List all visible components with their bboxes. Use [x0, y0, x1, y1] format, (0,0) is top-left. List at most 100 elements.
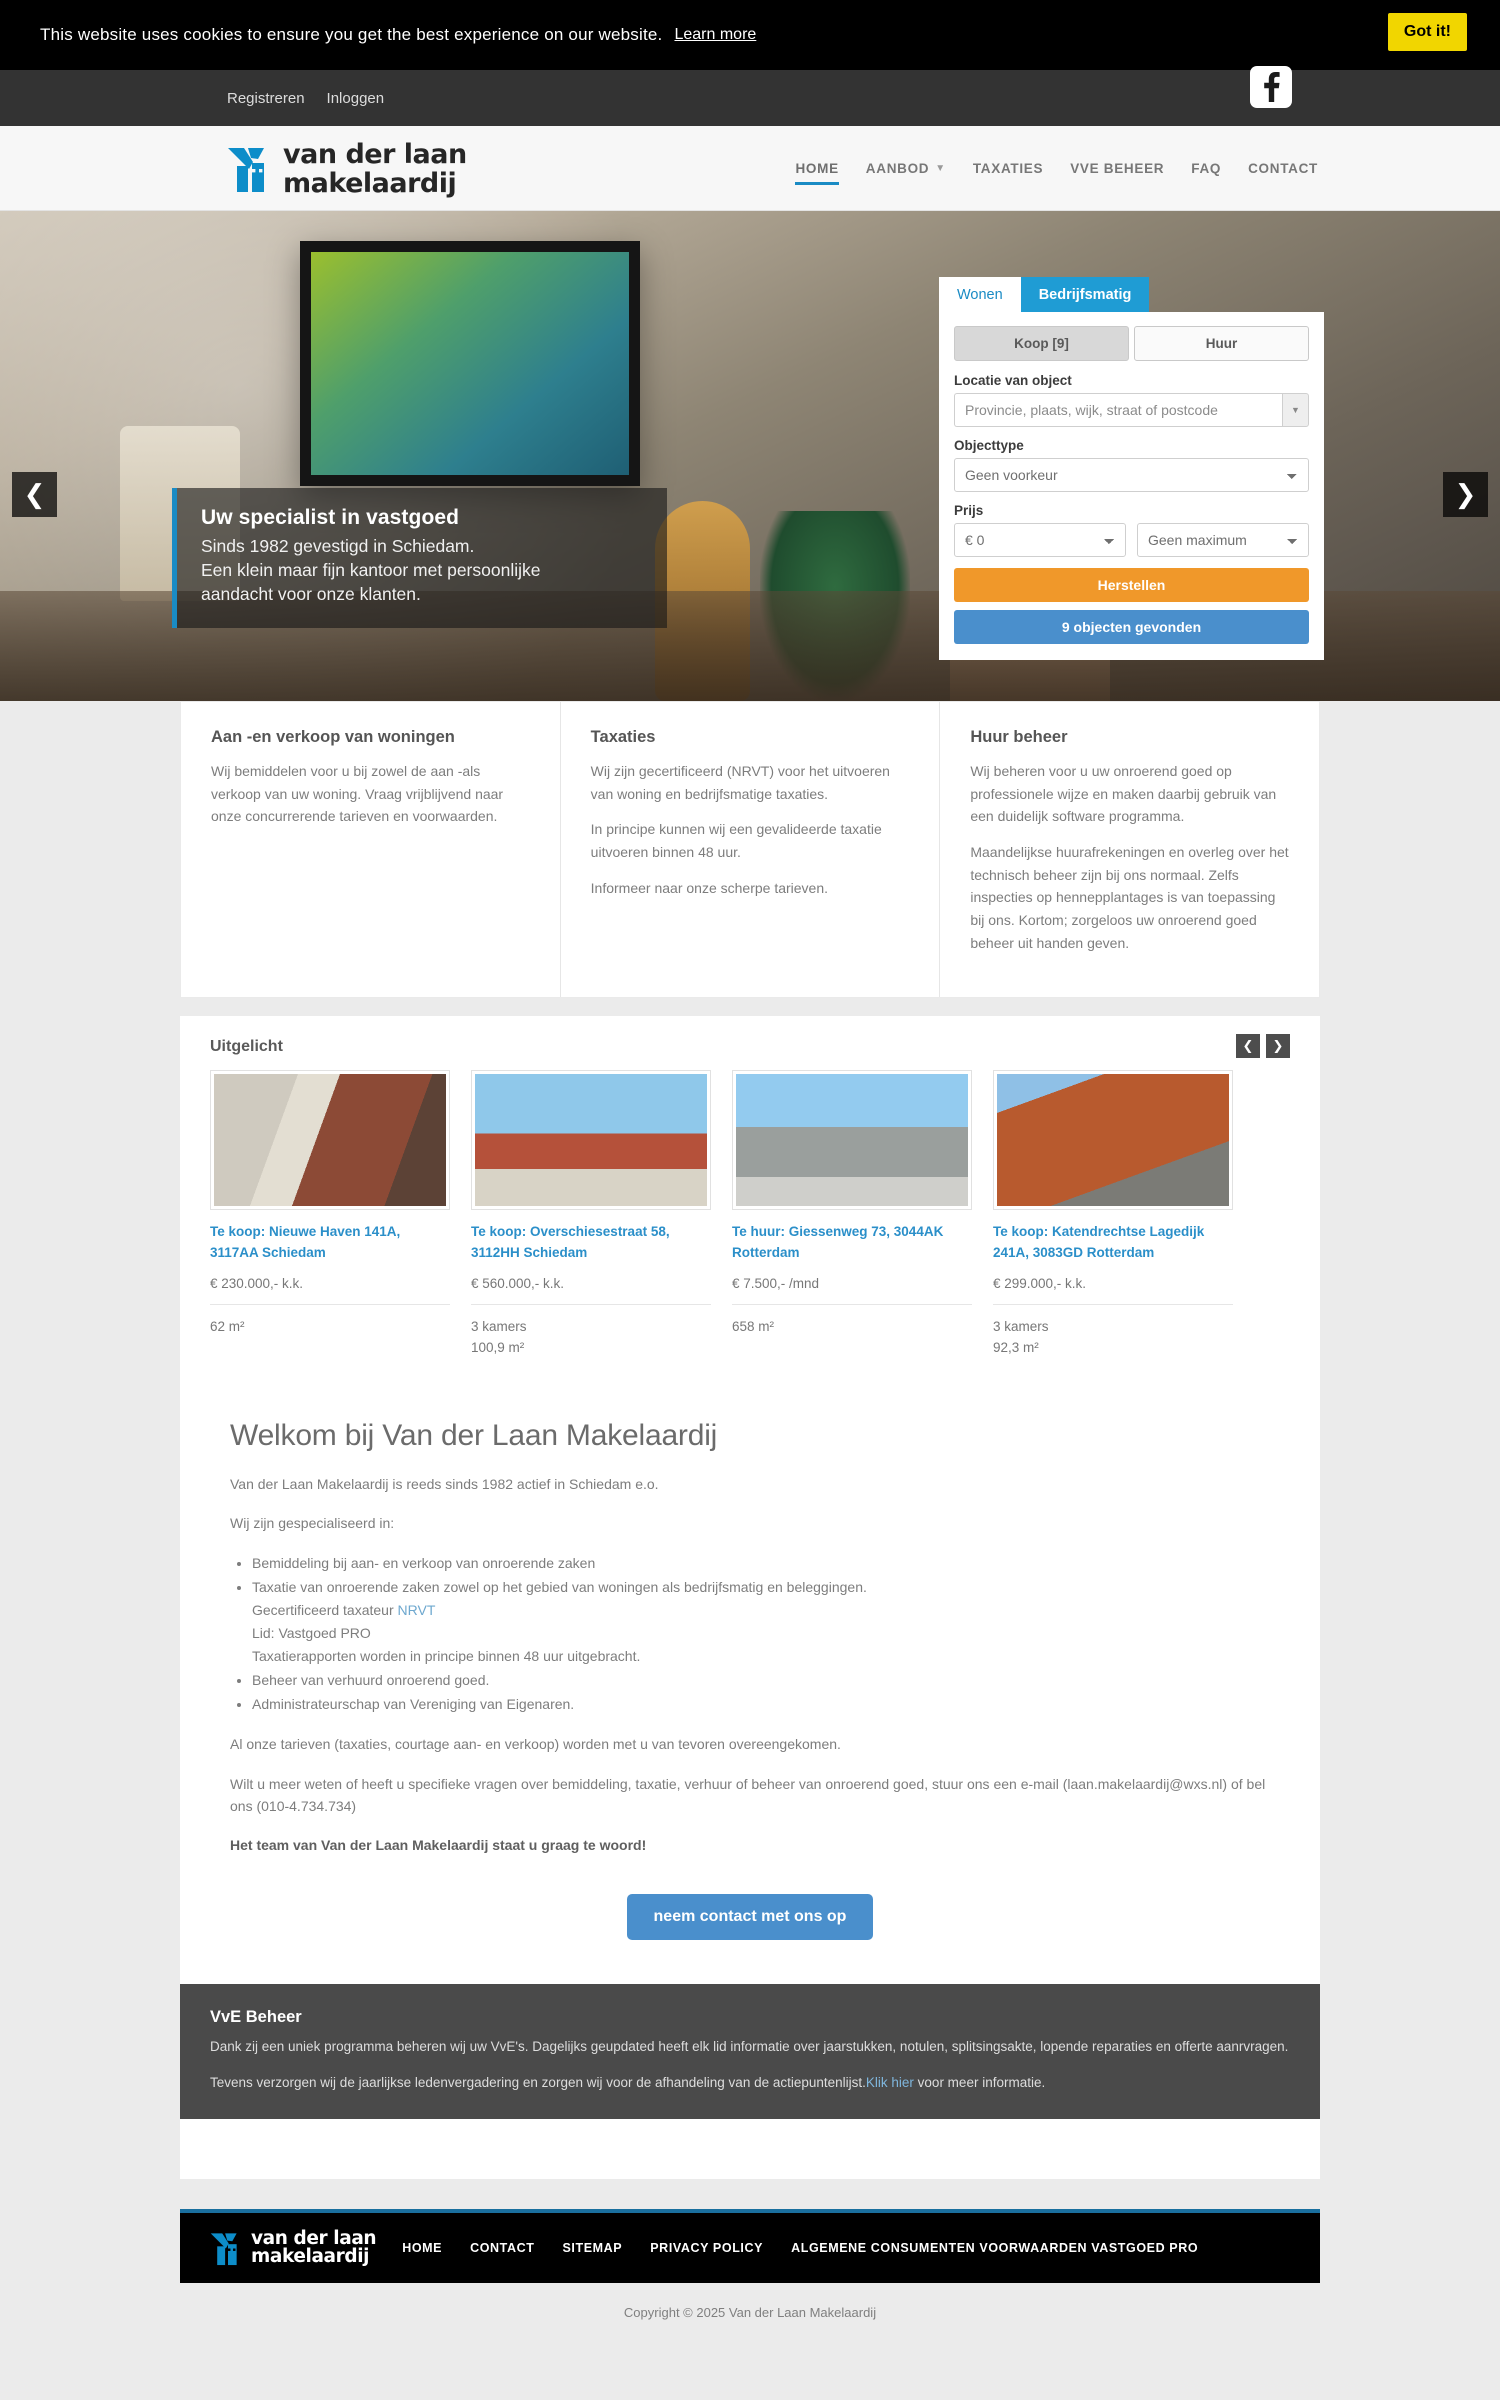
property-area: 658 m²: [732, 1318, 775, 1334]
login-link[interactable]: Inloggen: [327, 90, 385, 107]
nav-label: CONTACT: [1248, 161, 1318, 176]
utility-bar: Registreren Inloggen: [0, 66, 1500, 126]
footer-link-contact[interactable]: CONTACT: [470, 2241, 534, 2255]
property-title-link[interactable]: Te koop: Nieuwe Haven 141A, 3117AA Schie…: [210, 1222, 450, 1263]
main-navigation: HOME AANBOD ▼ TAXATIES VVE BEHEER FAQ CO…: [795, 126, 1320, 211]
chevron-down-icon: ▼: [935, 163, 946, 174]
reset-search-button[interactable]: Herstellen: [954, 568, 1309, 602]
footer-link-sitemap[interactable]: SITEMAP: [562, 2241, 622, 2255]
footer-navigation: HOME CONTACT SITEMAP PRIVACY POLICY ALGE…: [402, 2241, 1198, 2255]
property-card: Te koop: Overschiesestraat 58, 3112HH Sc…: [471, 1070, 711, 1358]
property-thumbnail[interactable]: [993, 1070, 1233, 1211]
service-column-verkoop: Aan -en verkoop van woningen Wij bemidde…: [181, 702, 561, 998]
objecttype-label: Objecttype: [954, 438, 1024, 453]
objecttype-select[interactable]: Geen voorkeur: [954, 458, 1309, 492]
facebook-icon[interactable]: [1250, 66, 1292, 108]
footer-link-voorwaarden[interactable]: ALGEMENE CONSUMENTEN VOORWAARDEN VASTGOE…: [791, 2241, 1198, 2255]
featured-carousel-nav: ❮ ❯: [1236, 1034, 1290, 1059]
bullet-sub-line: Gecertificeerd taxateur NRVT: [252, 1599, 1270, 1622]
property-title-link[interactable]: Te huur: Giessenweg 73, 3044AK Rotterdam: [732, 1222, 972, 1263]
toggle-huur[interactable]: Huur: [1134, 326, 1309, 361]
list-item: Bemiddeling bij aan- en verkoop van onro…: [252, 1552, 1270, 1575]
toggle-koop[interactable]: Koop [9]: [954, 326, 1129, 361]
service-title: Huur beheer: [970, 728, 1068, 746]
contact-us-button[interactable]: neem contact met ons op: [626, 1893, 874, 1940]
vve-more-info-link[interactable]: Klik hier: [866, 2075, 914, 2090]
property-search-widget: Wonen Bedrijfsmatig Koop [9] Huur Locati…: [939, 277, 1324, 660]
brand-logo[interactable]: van der laan makelaardij: [227, 141, 467, 197]
list-item: Administrateurschap van Vereniging van E…: [252, 1693, 1270, 1716]
welcome-section: Welkom bij Van der Laan Makelaardij Van …: [180, 1388, 1320, 1984]
service-paragraph: Informeer naar onze scherpe tarieven.: [590, 879, 829, 896]
cookie-accept-button[interactable]: Got it!: [1387, 13, 1467, 51]
tab-wonen[interactable]: Wonen: [939, 277, 1021, 312]
nav-item-vve-beheer[interactable]: VVE BEHEER: [1070, 126, 1164, 211]
register-link[interactable]: Registreren: [227, 90, 305, 107]
certified-label: Gecertificeerd taxateur: [252, 1601, 398, 1618]
footer-brand-logo[interactable]: van der laan makelaardij: [210, 2229, 377, 2268]
search-results-button[interactable]: 9 objecten gevonden: [954, 610, 1309, 644]
vve-beheer-panel: VvE Beheer Dank zij een uniek programma …: [180, 1983, 1320, 2120]
property-price: € 560.000,- k.k.: [471, 1276, 711, 1305]
welcome-team-line: Het team van Van der Laan Makelaardij st…: [230, 1837, 647, 1854]
location-input[interactable]: [954, 393, 1282, 427]
footer-link-home[interactable]: HOME: [402, 2241, 442, 2255]
bottom-padding: [0, 2320, 1500, 2400]
nav-item-taxaties[interactable]: TAXATIES: [973, 126, 1043, 211]
nav-item-home[interactable]: HOME: [795, 126, 840, 211]
services-section: Aan -en verkoop van woningen Wij bemidde…: [180, 701, 1320, 999]
hero-line-3: aandacht voor onze klanten.: [201, 584, 421, 605]
property-card: Te huur: Giessenweg 73, 3044AK Rotterdam…: [732, 1070, 972, 1358]
welcome-specialised-label: Wij zijn gespecialiseerd in:: [230, 1515, 395, 1532]
location-dropdown-icon[interactable]: ▼: [1282, 393, 1309, 427]
hero-next-button[interactable]: ❯: [1443, 472, 1488, 517]
page-root: This website uses cookies to ensure you …: [0, 0, 1500, 2400]
search-form: Koop [9] Huur Locatie van object ▼ Objec…: [939, 312, 1324, 660]
property-thumbnail[interactable]: [732, 1070, 972, 1211]
hero-prev-button[interactable]: ❮: [12, 472, 57, 517]
welcome-intro: Van der Laan Makelaardij is reeds sinds …: [230, 1475, 659, 1492]
property-card: Te koop: Katendrechtse Lagedijk 241A, 30…: [993, 1070, 1233, 1358]
tab-bedrijfsmatig[interactable]: Bedrijfsmatig: [1020, 277, 1150, 312]
nav-label: TAXATIES: [972, 161, 1044, 176]
welcome-contact-text: Wilt u meer weten of heeft u specifieke …: [230, 1775, 1266, 1814]
property-area: 100,9 m²: [471, 1339, 525, 1355]
nav-item-contact[interactable]: CONTACT: [1248, 126, 1318, 211]
cookie-learn-more-link[interactable]: Learn more: [674, 26, 756, 44]
property-title-link[interactable]: Te koop: Katendrechtse Lagedijk 241A, 30…: [993, 1222, 1233, 1263]
location-label: Locatie van object: [954, 373, 1072, 388]
featured-heading: Uitgelicht: [210, 1038, 283, 1056]
hero-caption: Uw specialist in vastgoed Sinds 1982 gev…: [172, 488, 667, 629]
property-thumbnail[interactable]: [210, 1070, 450, 1211]
house-logo-icon: [227, 145, 277, 193]
utility-links: Registreren Inloggen: [227, 90, 384, 107]
spacer-white: [180, 2119, 1320, 2180]
nav-item-aanbod[interactable]: AANBOD ▼: [866, 126, 946, 211]
price-min-select[interactable]: € 0: [954, 523, 1126, 557]
vve-paragraph-2: Tevens verzorgen wij de jaarlijkse leden…: [210, 2072, 1290, 2094]
property-title-link[interactable]: Te koop: Overschiesestraat 58, 3112HH Sc…: [471, 1222, 711, 1263]
bullet-sub-line: Taxatierapporten worden in principe binn…: [252, 1647, 641, 1664]
nav-label: VVE BEHEER: [1070, 161, 1165, 176]
nrvt-link[interactable]: NRVT: [398, 1602, 436, 1618]
site-header: van der laan makelaardij HOME AANBOD ▼ T…: [0, 126, 1500, 211]
vve-paragraph-2-post: voor meer informatie.: [913, 2074, 1046, 2090]
service-column-taxaties: Taxaties Wij zijn gecertificeerd (NRVT) …: [561, 702, 941, 998]
property-price: € 230.000,- k.k.: [210, 1276, 450, 1305]
featured-prev-button[interactable]: ❮: [1236, 1034, 1260, 1059]
cookie-consent-bar: This website uses cookies to ensure you …: [0, 0, 1500, 70]
brand-line-1: van der laan: [283, 138, 467, 170]
footer-link-privacy-policy[interactable]: PRIVACY POLICY: [650, 2241, 763, 2255]
footer-brand-line-2: makelaardij: [251, 2246, 370, 2268]
search-tabs: Wonen Bedrijfsmatig: [939, 277, 1324, 312]
welcome-bullet-list: Bemiddeling bij aan- en verkoop van onro…: [252, 1552, 1270, 1717]
price-max-select[interactable]: Geen maximum: [1137, 523, 1309, 557]
service-paragraph: In principe kunnen wij een gevalideerde …: [590, 821, 882, 861]
nav-label: HOME: [795, 161, 839, 176]
bullet-main-text: Taxatie van onroerende zaken zowel op he…: [252, 1578, 867, 1595]
service-paragraph: Wij beheren voor u uw onroerend goed op …: [970, 763, 1277, 825]
nav-label: AANBOD: [865, 161, 930, 176]
property-thumbnail[interactable]: [471, 1070, 711, 1211]
featured-next-button[interactable]: ❯: [1266, 1034, 1290, 1059]
nav-item-faq[interactable]: FAQ: [1191, 126, 1221, 211]
